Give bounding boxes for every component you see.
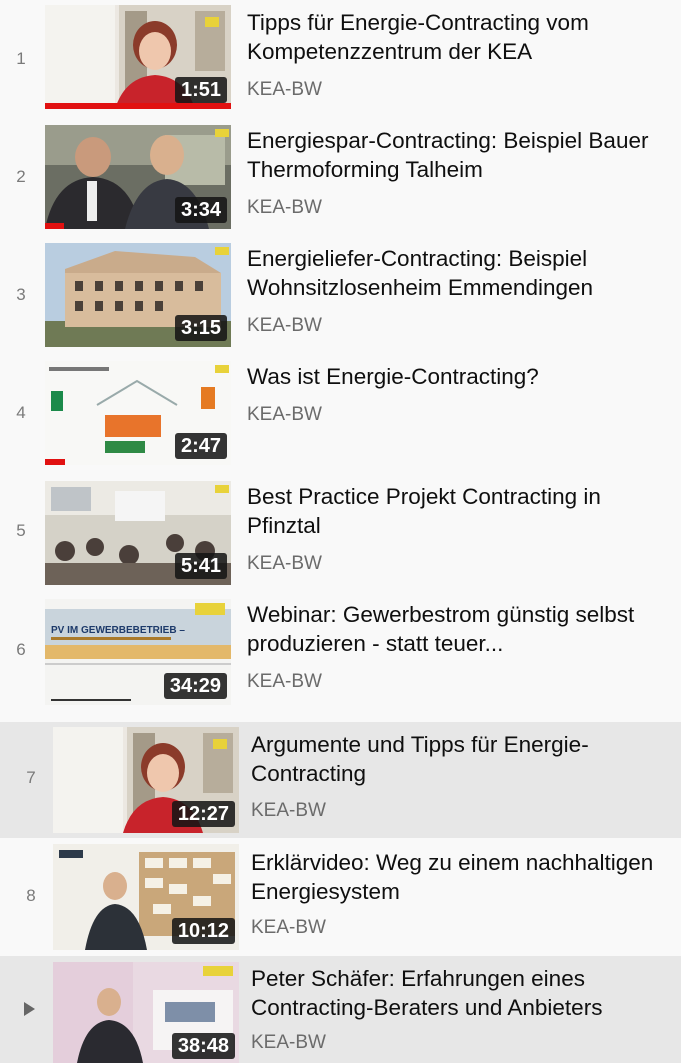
duration-badge: 38:48 (171, 1033, 235, 1059)
video-thumbnail[interactable]: 5:41 (45, 481, 231, 585)
watch-progress-bar (45, 459, 66, 465)
channel-name[interactable]: KEA-BW (251, 800, 326, 822)
duration-badge: 2:47 (174, 433, 227, 459)
playlist-item[interactable]: 3 3:15 Energieliefer-Contracting: Beispi… (0, 236, 681, 354)
video-title[interactable]: Peter Schäfer: Erfahrungen eines Contrac… (251, 964, 676, 1022)
video-thumbnail[interactable]: 10:12 (53, 844, 239, 950)
channel-name[interactable]: KEA-BW (247, 553, 322, 575)
video-title[interactable]: Was ist Energie-Contracting? (247, 362, 672, 391)
item-index: 6 (16, 640, 26, 659)
video-thumbnail[interactable]: 3:15 (45, 243, 231, 347)
item-index: 4 (16, 403, 26, 422)
playlist-item[interactable]: 8 10:12 Erklärvideo: Weg zu einem nachha… (0, 838, 681, 956)
video-title[interactable]: Best Practice Projekt Contracting in Pfi… (247, 482, 672, 540)
now-playing-icon (24, 1002, 35, 1016)
video-title[interactable]: Erklärvideo: Weg zu einem nachhaltigen E… (251, 848, 676, 906)
playlist-item-current[interactable]: 38:48 Peter Schäfer: Erfahrungen eines C… (0, 956, 681, 1063)
duration-badge: 5:41 (174, 553, 227, 579)
playlist-item[interactable]: 2 3:34 Energiespar-Contracting: Beispiel… (0, 118, 681, 236)
channel-name[interactable]: KEA-BW (247, 404, 322, 426)
video-title[interactable]: Webinar: Gewerbestrom günstig selbst pro… (247, 600, 672, 658)
channel-name[interactable]: KEA-BW (247, 671, 322, 693)
duration-badge: 3:34 (174, 197, 227, 223)
video-title[interactable]: Tipps für Energie-Contracting vom Kompet… (247, 8, 672, 66)
video-thumbnail[interactable]: 1:51 (45, 5, 231, 109)
item-index: 7 (26, 768, 36, 787)
item-index: 5 (16, 521, 26, 540)
item-index: 1 (16, 49, 26, 68)
channel-name[interactable]: KEA-BW (247, 315, 322, 337)
playlist-item[interactable]: 4 2:47 Was ist Energie-Contracting? KEA-… (0, 354, 681, 472)
item-index: 2 (16, 167, 26, 186)
item-index: 3 (16, 285, 26, 304)
duration-badge: 12:27 (171, 801, 235, 827)
channel-name[interactable]: KEA-BW (251, 917, 326, 939)
thumbnail-slide-heading: PV IM GEWERBEBETRIEB – (51, 625, 185, 636)
playlist-item[interactable]: 1 1:51 Tipps für Energie-Contracting vom… (0, 0, 681, 118)
video-thumbnail[interactable]: 2:47 (45, 361, 231, 465)
duration-badge: 34:29 (163, 673, 227, 699)
duration-badge: 1:51 (174, 77, 227, 103)
watch-progress-bar (45, 103, 231, 109)
channel-name[interactable]: KEA-BW (251, 1032, 326, 1054)
video-thumbnail[interactable]: 38:48 (53, 962, 239, 1063)
item-index: 8 (26, 886, 36, 905)
video-thumbnail[interactable]: 3:34 (45, 125, 231, 229)
channel-name[interactable]: KEA-BW (247, 197, 322, 219)
playlist-item[interactable]: 5 5:41 Best Practice Projekt Contracting… (0, 472, 681, 590)
video-title[interactable]: Argumente und Tipps für Energie-Contract… (251, 730, 676, 788)
duration-badge: 3:15 (174, 315, 227, 341)
video-title[interactable]: Energiespar-Contracting: Beispiel Bauer … (247, 126, 672, 184)
video-title[interactable]: Energieliefer-Contracting: Beispiel Wohn… (247, 244, 672, 302)
playlist-item[interactable]: 6 PV IM GEWERBEBETRIEB – 34:29 Webinar: … (0, 590, 681, 718)
playlist-panel: { "playlist": { "current_marker": "▶", "… (0, 0, 681, 1063)
video-thumbnail[interactable]: 12:27 (53, 727, 239, 833)
duration-badge: 10:12 (171, 918, 235, 944)
video-thumbnail[interactable]: PV IM GEWERBEBETRIEB – 34:29 (45, 599, 231, 705)
channel-name[interactable]: KEA-BW (247, 79, 322, 101)
playlist-item[interactable]: 7 12:27 Argumente und Tipps für Energie-… (0, 722, 681, 838)
watch-progress-bar (45, 223, 64, 229)
